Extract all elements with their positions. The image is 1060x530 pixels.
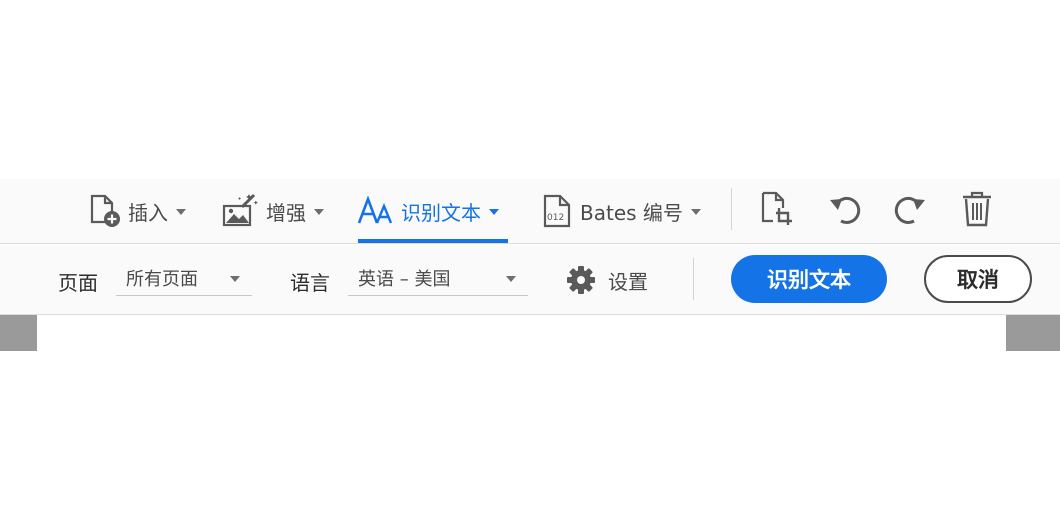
pages-select-value: 所有页面 [126, 269, 198, 290]
settings-label: 设置 [608, 269, 648, 294]
insert-menu[interactable]: 插入 [88, 179, 186, 243]
insert-label: 插入 [128, 200, 168, 225]
recognize-text-label: 识别文本 [401, 200, 481, 225]
rotate-right-button[interactable] [891, 193, 929, 229]
bates-number-icon: 012 [543, 194, 571, 228]
gear-icon [566, 265, 596, 295]
document-gutter-left [0, 315, 37, 351]
text-aa-icon [358, 196, 394, 226]
chevron-down-icon [176, 209, 186, 215]
settings-button[interactable]: 设置 [566, 262, 648, 298]
toolbar-divider [731, 188, 732, 230]
crop-pages-button[interactable] [757, 191, 795, 231]
edit-tools-toolbar: 插入 增强 识别文本 012 Bates 编号 [0, 179, 1060, 244]
cancel-button[interactable]: 取消 [924, 255, 1032, 303]
chevron-down-icon [506, 276, 516, 282]
enhance-scan-icon [222, 193, 258, 229]
chevron-down-icon [489, 209, 499, 215]
pages-label: 页面 [58, 271, 98, 295]
insert-page-icon [88, 194, 122, 228]
language-label: 语言 [290, 271, 330, 295]
recognize-text-options-bar: 页面 所有页面 语言 英语 – 美国 设置 识别文本 取消 [0, 245, 1060, 315]
enhance-menu[interactable]: 增强 [222, 179, 324, 243]
delete-pages-button[interactable] [958, 191, 996, 231]
bates-number-menu[interactable]: 012 Bates 编号 [543, 179, 701, 243]
rotate-left-icon [828, 192, 862, 230]
active-tab-indicator [358, 239, 508, 243]
bates-number-label: Bates 编号 [580, 200, 683, 225]
chevron-down-icon [690, 209, 701, 215]
chevron-down-icon [314, 209, 324, 215]
rotate-right-icon [893, 192, 927, 230]
tab-recognize-text[interactable]: 识别文本 [358, 179, 499, 243]
recognize-text-button[interactable]: 识别文本 [731, 255, 887, 303]
chevron-down-icon [230, 276, 240, 282]
language-select-value: 英语 – 美国 [358, 269, 451, 290]
rotate-left-button[interactable] [826, 193, 864, 229]
document-gutter-right [1006, 315, 1060, 351]
crop-page-icon [759, 191, 793, 231]
enhance-label: 增强 [266, 200, 306, 225]
options-divider [693, 258, 694, 300]
language-select[interactable]: 英语 – 美国 [348, 261, 528, 296]
svg-text:012: 012 [547, 213, 564, 223]
trash-icon [961, 191, 993, 231]
pages-select[interactable]: 所有页面 [116, 261, 252, 296]
